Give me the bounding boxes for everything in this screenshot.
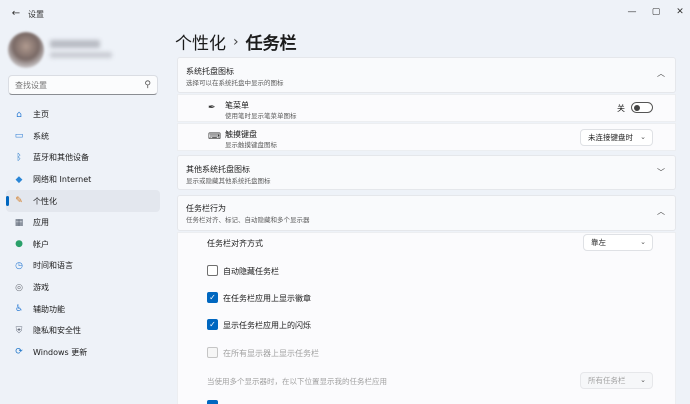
- pen-icon: ✒: [208, 103, 216, 113]
- sidebar-item-label: 网络和 Internet: [33, 175, 92, 185]
- sidebar-item-9[interactable]: ♿ 辅助功能: [6, 298, 160, 320]
- breadcrumb-parent[interactable]: 个性化: [175, 29, 226, 54]
- sidebar-item-icon: ⛨: [15, 325, 23, 336]
- pen-menu-toggle[interactable]: [631, 102, 653, 113]
- other-tray-icons-card[interactable]: 其他系统托盘图标 显示或隐藏其他系统托盘图标 ﹀: [177, 155, 676, 190]
- pen-menu-subtitle: 使用笔时显示笔菜单图标: [225, 112, 297, 120]
- taskbar-behaviors-header[interactable]: 任务栏行为 任务栏对齐、标记、自动隐藏和多个显示器 ︿: [177, 195, 676, 231]
- taskbar-behaviors-subtitle: 任务栏对齐、标记、自动隐藏和多个显示器: [186, 216, 310, 224]
- sidebar-item-1[interactable]: ▭ 系统: [6, 126, 160, 148]
- sidebar-item-3[interactable]: ◆ 网络和 Internet: [6, 169, 160, 191]
- title-bar: ← 设置 — ▢ ✕: [0, 0, 690, 28]
- show-badges-label: 在任务栏应用上显示徽章: [223, 294, 311, 303]
- sidebar-item-6[interactable]: ● 帐户: [6, 234, 160, 256]
- tray-icons-subtitle: 选择可以在系统托盘中显示的图标: [186, 79, 284, 87]
- sidebar-item-label: 应用: [33, 218, 49, 228]
- touch-keyboard-subtitle: 显示触摸键盘图标: [225, 141, 277, 149]
- sidebar-item-label: 系统: [33, 131, 49, 141]
- touch-keyboard-dropdown[interactable]: 未连接键盘时 ⌄: [580, 129, 653, 146]
- sidebar-item-5[interactable]: ▦ 应用: [6, 212, 160, 234]
- sidebar-item-0[interactable]: ⌂ 主页: [6, 104, 160, 126]
- chevron-down-icon: ⌄: [640, 238, 646, 246]
- sidebar-item-icon: ⌂: [16, 109, 22, 120]
- show-flashing-label: 显示任务栏应用上的闪烁: [223, 321, 311, 330]
- sidebar-item-icon: ᛒ: [16, 152, 22, 163]
- breadcrumb: 个性化 › 任务栏: [175, 29, 297, 55]
- sidebar-item-label: 游戏: [33, 283, 49, 293]
- sidebar-item-label: 隐私和安全性: [33, 326, 81, 336]
- close-icon[interactable]: ✕: [670, 4, 690, 20]
- alignment-label: 任务栏对齐方式: [207, 239, 263, 248]
- keyboard-icon: ⌨: [208, 132, 221, 142]
- all-displays-label: 在所有显示器上显示任务栏: [223, 349, 319, 358]
- sidebar-item-label: 个性化: [33, 196, 57, 206]
- sidebar-item-2[interactable]: ᛒ 蓝牙和其他设备: [6, 147, 160, 169]
- pen-menu-row: ✒ 笔菜单 使用笔时显示笔菜单图标: [177, 94, 676, 122]
- sidebar-item-icon: ▭: [14, 131, 24, 142]
- sidebar-item-icon: ◆: [15, 174, 23, 185]
- sidebar-item-icon: ✎: [15, 196, 23, 207]
- sidebar-item-label: Windows 更新: [33, 347, 88, 357]
- touch-keyboard-dropdown-value: 未连接键盘时: [588, 133, 633, 142]
- alignment-dropdown-value: 靠左: [591, 238, 606, 247]
- user-name-blurred: [50, 40, 100, 48]
- avatar[interactable]: [8, 32, 44, 68]
- other-tray-icons-subtitle: 显示或隐藏其他系统托盘图标: [186, 177, 271, 185]
- back-arrow-icon[interactable]: ←: [8, 6, 24, 22]
- maximize-icon[interactable]: ▢: [646, 4, 666, 20]
- search-input[interactable]: [15, 81, 135, 90]
- chevron-down-icon: ⌄: [640, 376, 646, 384]
- breadcrumb-separator-icon: ›: [233, 33, 239, 50]
- tray-icons-title: 系统托盘图标: [186, 67, 234, 76]
- sidebar-item-11[interactable]: ⟳ Windows 更新: [6, 342, 160, 364]
- minimize-icon[interactable]: —: [622, 4, 642, 20]
- sidebar-item-label: 蓝牙和其他设备: [33, 153, 89, 163]
- auto-hide-checkbox[interactable]: [207, 265, 218, 276]
- sidebar-item-label: 帐户: [33, 239, 49, 249]
- multi-display-dropdown: 所有任务栏 ⌄: [580, 372, 653, 389]
- sidebar-item-icon: ▦: [14, 217, 24, 228]
- auto-hide-label: 自动隐藏任务栏: [223, 267, 279, 276]
- alignment-dropdown[interactable]: 靠左 ⌄: [583, 234, 653, 251]
- sidebar-item-label: 主页: [33, 110, 49, 120]
- chevron-up-icon[interactable]: ︿: [657, 206, 665, 217]
- tray-icons-header[interactable]: 系统托盘图标 选择可以在系统托盘中显示的图标 ︿: [177, 57, 676, 93]
- sidebar-item-icon: ♿: [14, 304, 24, 315]
- partial-checkbox[interactable]: [207, 400, 218, 404]
- other-tray-icons-title: 其他系统托盘图标: [186, 165, 250, 174]
- sidebar-item-label: 时间和语言: [33, 261, 73, 271]
- sidebar-item-label: 辅助功能: [33, 304, 65, 314]
- page-title: 任务栏: [245, 34, 297, 54]
- sidebar-item-icon: ◷: [15, 260, 23, 271]
- chevron-down-icon[interactable]: ﹀: [657, 167, 665, 178]
- sidebar-item-icon: ⟳: [15, 347, 23, 358]
- pen-menu-toggle-state: 关: [617, 104, 625, 113]
- show-badges-checkbox[interactable]: ✓: [207, 292, 218, 303]
- chevron-up-icon[interactable]: ︿: [657, 68, 665, 79]
- multi-display-dropdown-value: 所有任务栏: [588, 376, 626, 385]
- sidebar-nav: ⌂ 主页 ▭ 系统 ᛒ 蓝牙和其他设备 ◆ 网络和 Internet ✎ 个性化 ▦ 应用 ● 帐户 ◷ 时间…: [6, 104, 160, 363]
- sidebar-item-icon: ◎: [15, 282, 23, 293]
- chevron-down-icon: ⌄: [640, 133, 646, 141]
- sidebar-item-8[interactable]: ◎ 游戏: [6, 277, 160, 299]
- user-email-blurred: [50, 52, 112, 58]
- toggle-knob: [634, 104, 640, 111]
- search-box[interactable]: ⚲: [8, 75, 158, 95]
- sidebar-item-7[interactable]: ◷ 时间和语言: [6, 255, 160, 277]
- multi-display-label: 当使用多个显示器时，在以下位置显示我的任务栏应用: [207, 377, 387, 386]
- sidebar-item-icon: ●: [15, 239, 23, 250]
- sidebar-item-4[interactable]: ✎ 个性化: [6, 190, 160, 212]
- all-displays-checkbox: [207, 347, 218, 358]
- sidebar-item-10[interactable]: ⛨ 隐私和安全性: [6, 320, 160, 342]
- app-title: 设置: [28, 10, 44, 19]
- taskbar-behaviors-title: 任务栏行为: [186, 204, 226, 213]
- search-icon[interactable]: ⚲: [144, 80, 151, 90]
- show-flashing-checkbox[interactable]: ✓: [207, 319, 218, 330]
